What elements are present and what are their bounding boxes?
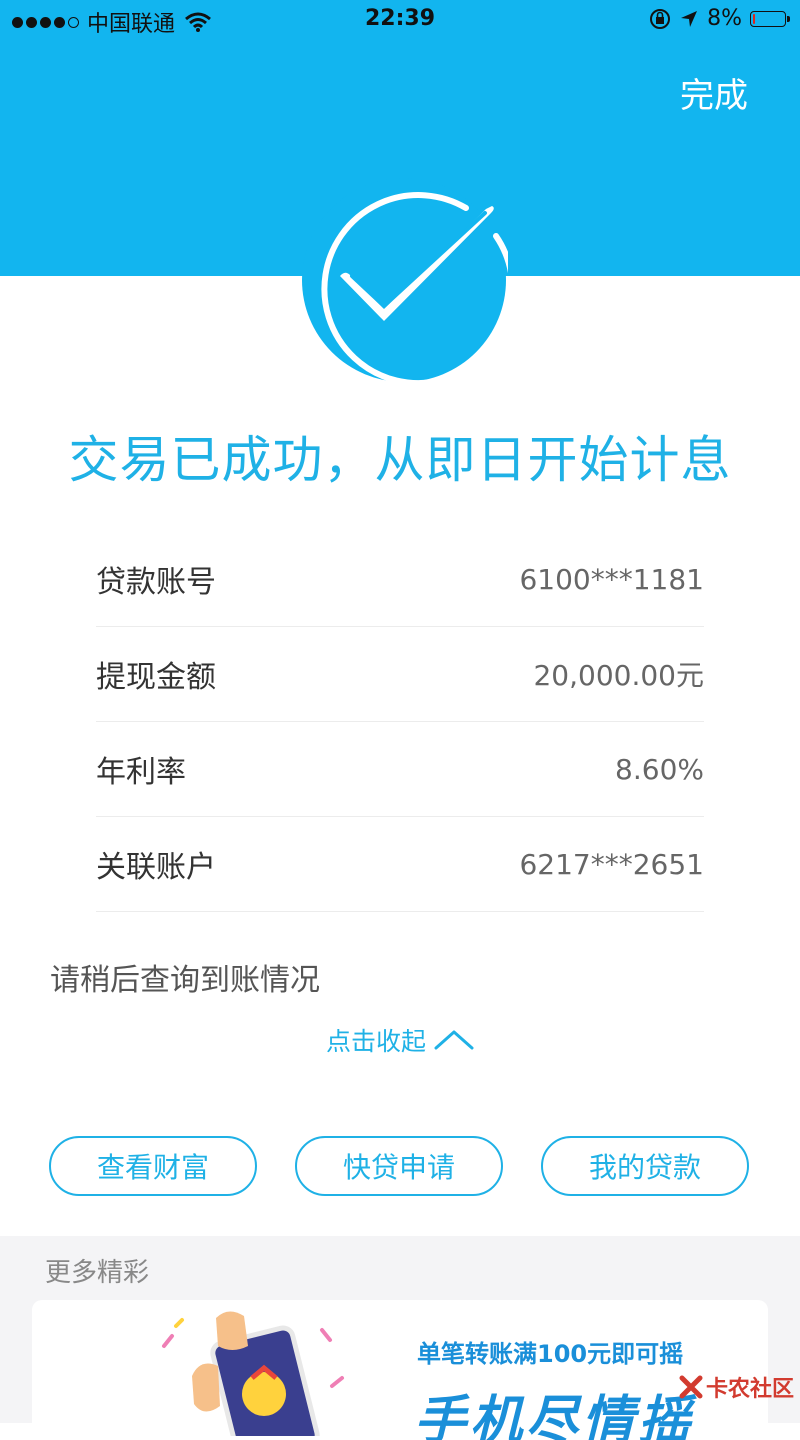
detail-value: 6217***2651 bbox=[519, 847, 704, 881]
result-headline: 交易已成功，从即日开始计息 bbox=[68, 431, 732, 489]
promo-banner[interactable]: 单笔转账满100元即可摇 手机尽情摇 bbox=[32, 1300, 768, 1440]
phone-shake-illustration bbox=[162, 1311, 344, 1436]
detail-value: 20,000.00元 bbox=[533, 659, 704, 692]
arrival-notice: 请稍后查询到账情况 bbox=[50, 963, 320, 998]
watermark: 卡农社区 bbox=[678, 1371, 794, 1403]
detail-label: 年利率 bbox=[96, 755, 186, 790]
status-bar: 中国联通 22:39 8% bbox=[0, 0, 800, 40]
battery-level bbox=[753, 13, 755, 24]
status-right: 8% bbox=[649, 6, 790, 31]
detail-row-rate: 年利率 8.60% bbox=[96, 722, 704, 817]
battery-icon bbox=[750, 10, 790, 27]
detail-label: 提现金额 bbox=[96, 660, 216, 695]
detail-row-amount: 提现金额 20,000.00元 bbox=[96, 627, 704, 722]
more-title: 更多精彩 bbox=[45, 1258, 150, 1288]
battery-percent: 8% bbox=[707, 6, 742, 31]
promo-subtitle: 单笔转账满100元即可摇 bbox=[417, 1340, 684, 1368]
chevron-up-icon bbox=[434, 1030, 474, 1050]
my-loans-button[interactable]: 我的贷款 bbox=[541, 1136, 749, 1196]
collapse-label: 点击收起 bbox=[325, 1027, 426, 1056]
detail-label: 贷款账号 bbox=[96, 565, 216, 600]
detail-label: 关联账户 bbox=[96, 850, 216, 885]
detail-row-linked-account: 关联账户 6217***2651 bbox=[96, 817, 704, 912]
orientation-lock-icon bbox=[650, 8, 671, 29]
location-arrow-icon bbox=[681, 10, 698, 27]
detail-value: 6100***1181 bbox=[519, 562, 704, 596]
detail-list: 贷款账号 6100***1181 提现金额 20,000.00元 年利率 8.6… bbox=[96, 532, 704, 912]
quick-loan-button[interactable]: 快贷申请 bbox=[295, 1136, 503, 1196]
detail-value: 8.60% bbox=[615, 752, 704, 786]
done-button[interactable]: 完成 bbox=[680, 68, 748, 117]
collapse-link[interactable]: 点击收起 bbox=[0, 1022, 800, 1058]
promo-title: 手机尽情摇 bbox=[414, 1391, 695, 1440]
watermark-logo-icon bbox=[679, 1375, 703, 1399]
view-wealth-button[interactable]: 查看财富 bbox=[49, 1136, 257, 1196]
action-row: 查看财富 快贷申请 我的贷款 bbox=[49, 1136, 749, 1196]
detail-row-loan-account: 贷款账号 6100***1181 bbox=[96, 532, 704, 627]
watermark-text: 卡农社区 bbox=[705, 1377, 794, 1402]
checkmark-icon bbox=[302, 178, 508, 384]
